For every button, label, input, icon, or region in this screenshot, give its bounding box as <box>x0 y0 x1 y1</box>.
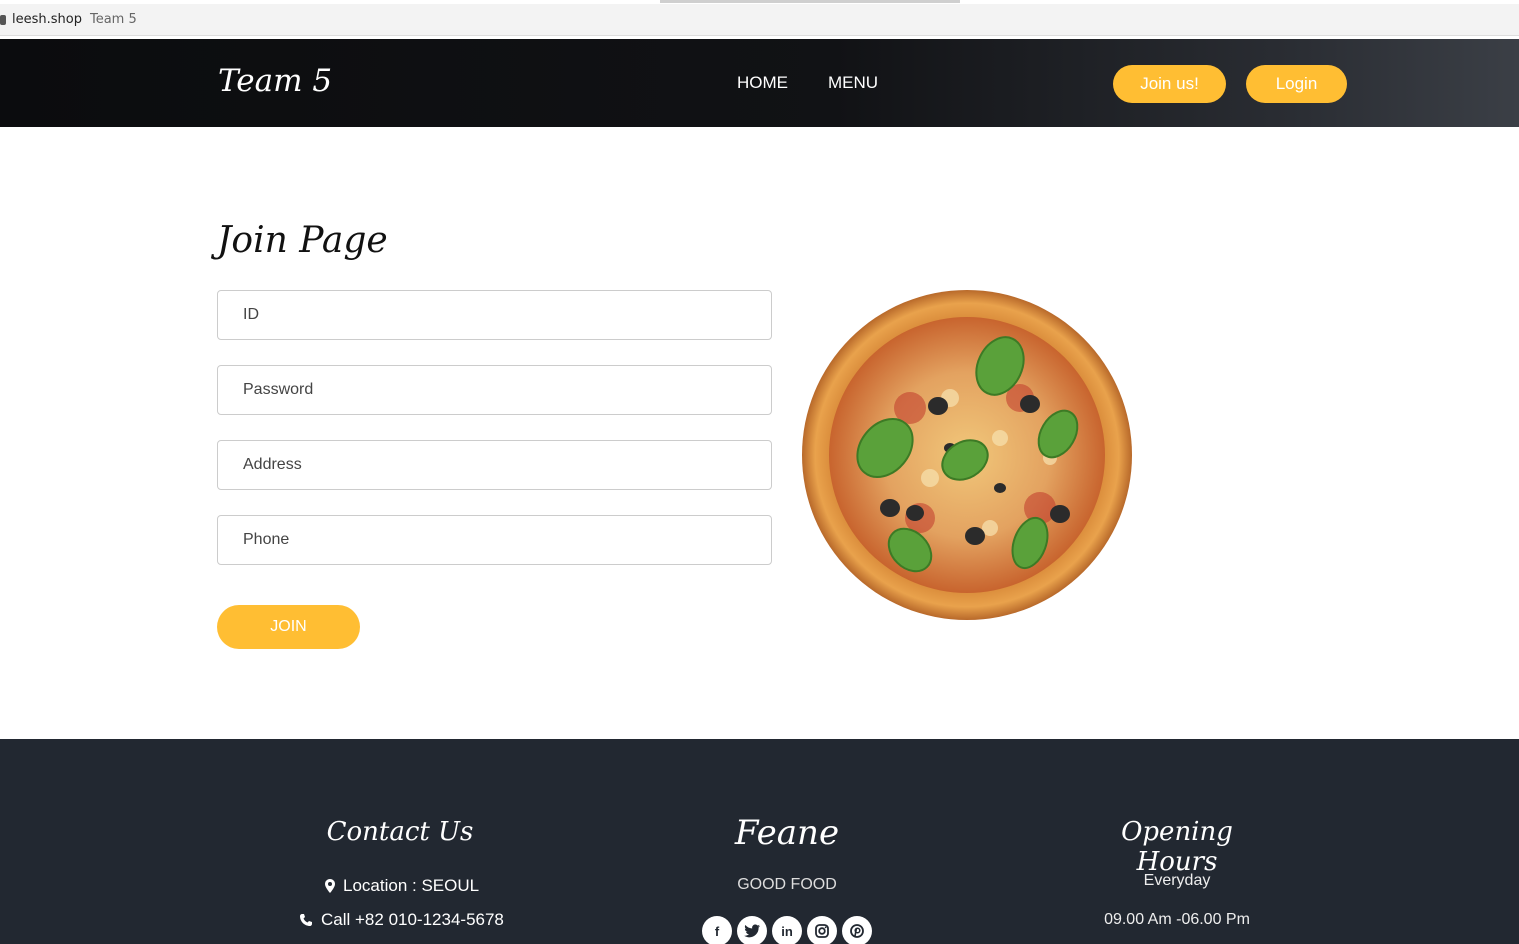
hours-time: 09.00 Am -06.00 Pm <box>1104 911 1250 928</box>
nav-home[interactable]: HOME <box>737 73 788 93</box>
browser-page-title: Team 5 <box>89 12 137 27</box>
phone-input[interactable]: Phone <box>217 515 772 565</box>
phone-placeholder: Phone <box>243 531 290 548</box>
id-placeholder: ID <box>243 306 259 323</box>
twitter-icon[interactable] <box>737 916 767 944</box>
browser-tab-edge <box>660 0 960 3</box>
linkedin-icon[interactable]: in <box>772 916 802 944</box>
nav-menu[interactable]: MENU <box>828 73 878 93</box>
join-submit-button[interactable]: JOIN <box>217 605 360 649</box>
page-title: Join Page <box>217 220 388 261</box>
login-button[interactable]: Login <box>1246 65 1347 103</box>
pinterest-icon[interactable] <box>842 916 872 944</box>
browser-address-bar[interactable]: leesh.shop Team 5 <box>0 4 1519 36</box>
main-nav: HOME MENU <box>737 73 878 93</box>
hours-days: Everyday <box>1143 872 1211 889</box>
instagram-icon[interactable] <box>807 916 837 944</box>
password-placeholder: Password <box>243 381 314 398</box>
contact-title: Contact Us <box>326 817 474 847</box>
social-links: f in <box>702 916 872 944</box>
phone-text: Call +82 010-1234-5678 <box>321 910 504 929</box>
phone-icon <box>299 913 313 927</box>
lock-icon <box>0 14 6 25</box>
password-input[interactable]: Password <box>217 365 772 415</box>
facebook-icon[interactable]: f <box>702 916 732 944</box>
footer-brand-sub: GOOD FOOD <box>737 876 837 893</box>
brand-logo[interactable]: Team 5 <box>218 63 332 99</box>
footer-brand-title: Feane <box>734 813 840 853</box>
browser-domain: leesh.shop <box>12 12 82 27</box>
phone-item: Call +82 010-1234-5678 <box>299 910 504 930</box>
location-item: Location : SEOUL <box>325 876 479 896</box>
pizza-image <box>802 290 1132 620</box>
join-us-button[interactable]: Join us! <box>1113 65 1226 103</box>
id-input[interactable]: ID <box>217 290 772 340</box>
site-header: Team 5 HOME MENU Join us! Login <box>0 39 1519 127</box>
address-input[interactable]: Address <box>217 440 772 490</box>
site-footer: Contact Us Location : SEOUL Call +82 010… <box>0 739 1519 944</box>
address-placeholder: Address <box>243 456 302 473</box>
location-text: Location : SEOUL <box>343 876 480 895</box>
hours-title: Opening Hours <box>1121 817 1233 877</box>
map-pin-icon <box>325 879 335 893</box>
